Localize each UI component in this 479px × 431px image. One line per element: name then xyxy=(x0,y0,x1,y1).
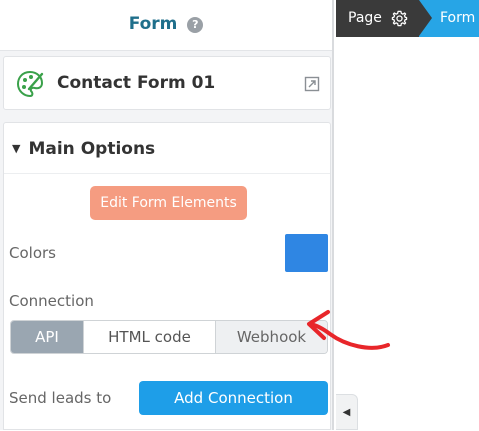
edit-form-elements-button[interactable]: Edit Form Elements xyxy=(90,186,247,220)
help-icon[interactable]: ? xyxy=(187,17,204,33)
caret-left-icon: ◀ xyxy=(342,407,351,418)
connection-label: Connection xyxy=(9,292,94,310)
main-options-section: ▼ Main Options Edit Form Elements Colors … xyxy=(3,122,331,430)
collapse-panel-tab[interactable]: ◀ xyxy=(336,394,358,430)
form-card: Contact Form 01 xyxy=(3,56,331,110)
colors-label: Colors xyxy=(9,244,56,262)
divider xyxy=(4,173,330,174)
add-connection-button[interactable]: Add Connection xyxy=(139,381,328,415)
form-name: Contact Form 01 xyxy=(57,73,216,93)
breadcrumb: Page Form xyxy=(336,0,479,37)
panel-title-text: Form xyxy=(128,14,178,34)
breadcrumb-page-label: Page xyxy=(348,10,382,26)
external-link-icon[interactable] xyxy=(304,76,320,92)
gear-icon[interactable] xyxy=(391,10,408,27)
main-options-header[interactable]: ▼ Main Options xyxy=(12,139,155,159)
breadcrumb-form-label: Form xyxy=(440,10,476,26)
color-swatch[interactable] xyxy=(285,234,328,272)
annotation-arrow xyxy=(307,310,390,350)
main-options-title: Main Options xyxy=(28,139,156,159)
breadcrumb-page[interactable]: Page xyxy=(336,0,419,37)
options-panel: Form ? Contact Form 01 ▼ Main Options Edi… xyxy=(0,0,334,430)
palette-icon xyxy=(16,70,44,98)
send-leads-label: Send leads to xyxy=(9,389,112,407)
tab-api[interactable]: API xyxy=(11,321,84,353)
connection-tabs: API HTML code Webhook xyxy=(10,320,328,354)
panel-title: Form ? xyxy=(0,14,332,34)
tab-html-code[interactable]: HTML code xyxy=(84,321,216,353)
caret-down-icon: ▼ xyxy=(12,142,21,155)
panel-header: Form ? xyxy=(0,0,332,51)
breadcrumb-separator xyxy=(419,0,432,36)
